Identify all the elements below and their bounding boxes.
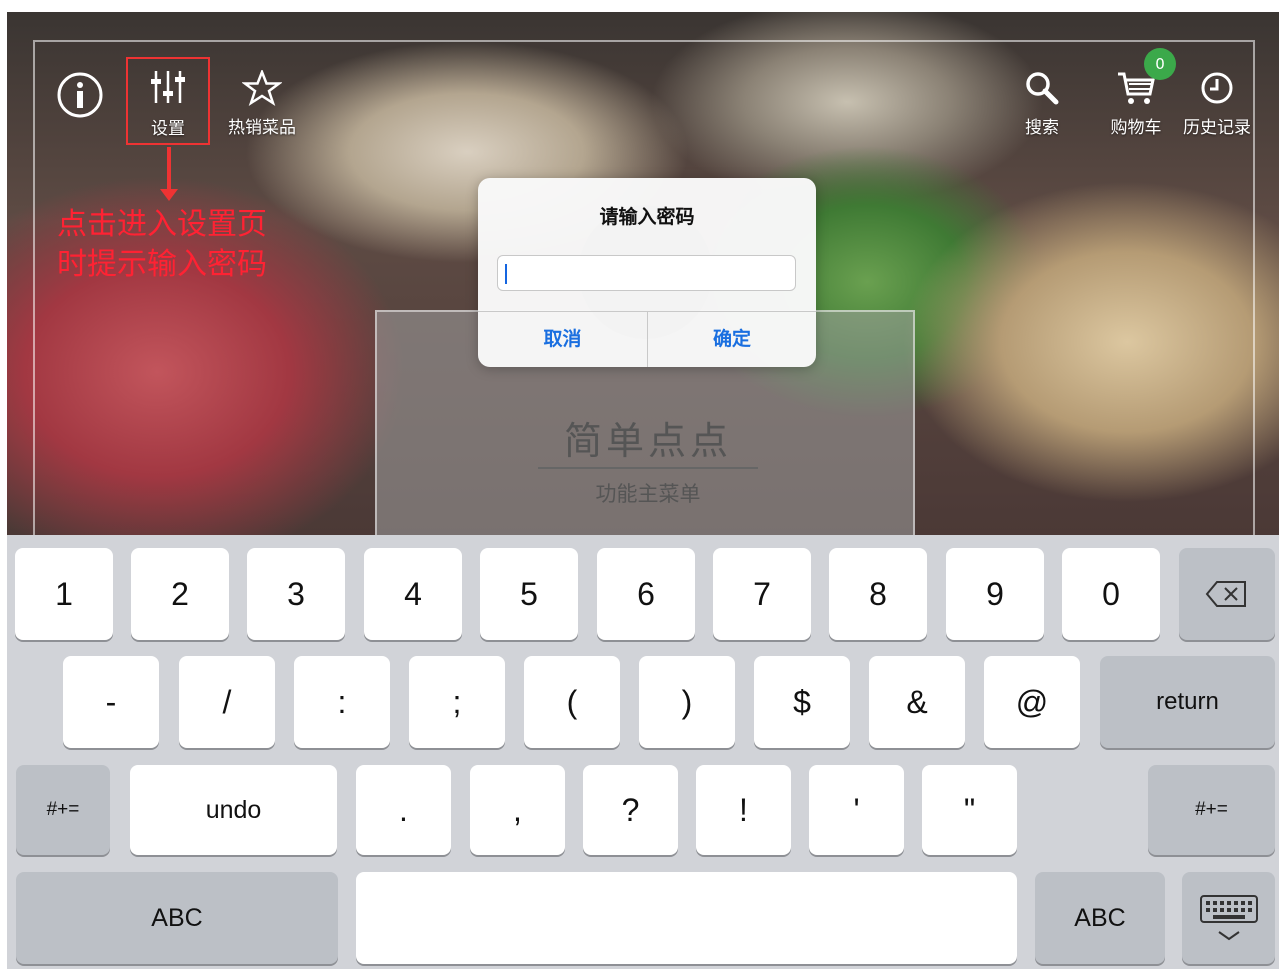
key-comma[interactable]: , xyxy=(470,765,565,855)
settings-button[interactable]: 设置 xyxy=(126,57,210,145)
history-label: 历史记录 xyxy=(1183,118,1251,138)
abc-right-key[interactable]: ABC xyxy=(1035,872,1165,964)
key-slash[interactable]: / xyxy=(179,656,275,748)
info-button[interactable] xyxy=(55,70,105,120)
key-dollar[interactable]: $ xyxy=(754,656,850,748)
dialog-title: 请输入密码 xyxy=(599,206,695,228)
app-screen: 设置 热销菜品 搜索 购物车 0 历史记录 点击进入设置页 时提示输入密码 简单… xyxy=(7,12,1279,969)
hot-dishes-button[interactable]: 热销菜品 xyxy=(220,68,304,140)
key-colon[interactable]: : xyxy=(294,656,390,748)
backspace-key[interactable] xyxy=(1179,548,1275,640)
key-ampersand[interactable]: & xyxy=(869,656,965,748)
brand-title: 简单点点 xyxy=(538,410,758,469)
brand-subtitle: 功能主菜单 xyxy=(595,482,701,506)
key-8[interactable]: 8 xyxy=(829,548,927,640)
star-icon xyxy=(241,68,283,106)
key-6[interactable]: 6 xyxy=(597,548,695,640)
symbols-toggle-right-key[interactable]: #+= xyxy=(1148,765,1275,855)
key-3[interactable]: 3 xyxy=(247,548,345,640)
sliders-icon xyxy=(151,71,185,103)
key-question[interactable]: ? xyxy=(583,765,678,855)
undo-key[interactable]: undo xyxy=(130,765,337,855)
confirm-button[interactable]: 确定 xyxy=(648,311,816,367)
key-2[interactable]: 2 xyxy=(131,548,229,640)
key-semicolon[interactable]: ; xyxy=(409,656,505,748)
return-key[interactable]: return xyxy=(1100,656,1275,748)
password-input[interactable] xyxy=(497,255,796,291)
key-exclamation[interactable]: ! xyxy=(696,765,791,855)
cart-label: 购物车 xyxy=(1110,118,1162,138)
key-7[interactable]: 7 xyxy=(713,548,811,640)
key-9[interactable]: 9 xyxy=(946,548,1044,640)
key-open-paren[interactable]: ( xyxy=(524,656,620,748)
search-button[interactable]: 搜索 xyxy=(1017,70,1067,140)
key-0[interactable]: 0 xyxy=(1062,548,1160,640)
cart-button[interactable]: 购物车 xyxy=(1101,70,1171,140)
key-quote[interactable]: " xyxy=(922,765,1017,855)
key-1[interactable]: 1 xyxy=(15,548,113,640)
info-circle-icon xyxy=(57,72,103,118)
space-key[interactable] xyxy=(356,872,1017,964)
key-dash[interactable]: - xyxy=(63,656,159,748)
key-at[interactable]: @ xyxy=(984,656,1080,748)
cart-count-badge: 0 xyxy=(1144,48,1176,80)
cancel-button[interactable]: 取消 xyxy=(478,311,647,367)
password-dialog: 请输入密码 取消 确定 xyxy=(478,178,816,367)
key-apostrophe[interactable]: ' xyxy=(809,765,904,855)
backspace-icon xyxy=(1205,581,1246,607)
dismiss-keyboard-key[interactable] xyxy=(1182,872,1275,964)
keyboard-dismiss-icon xyxy=(1199,895,1258,941)
clock-icon xyxy=(1201,72,1233,104)
abc-left-key[interactable]: ABC xyxy=(16,872,338,964)
symbols-toggle-left-key[interactable]: #+= xyxy=(16,765,110,855)
key-close-paren[interactable]: ) xyxy=(639,656,735,748)
hot-dishes-label: 热销菜品 xyxy=(228,118,296,138)
search-icon xyxy=(1026,72,1059,105)
onscreen-keyboard: 1 2 3 4 5 6 7 8 9 0 - / : ; ( ) $ & @ re… xyxy=(7,535,1279,969)
key-4[interactable]: 4 xyxy=(364,548,462,640)
annotation-arrow xyxy=(160,147,178,201)
annotation-text: 点击进入设置页 时提示输入密码 xyxy=(57,205,267,285)
annotation-line-2: 时提示输入密码 xyxy=(57,247,267,282)
history-button[interactable]: 历史记录 xyxy=(1174,70,1260,140)
settings-label: 设置 xyxy=(151,119,185,139)
text-caret xyxy=(505,264,507,284)
key-period[interactable]: . xyxy=(356,765,451,855)
key-5[interactable]: 5 xyxy=(480,548,578,640)
search-label: 搜索 xyxy=(1025,118,1059,138)
annotation-line-1: 点击进入设置页 xyxy=(57,207,267,242)
